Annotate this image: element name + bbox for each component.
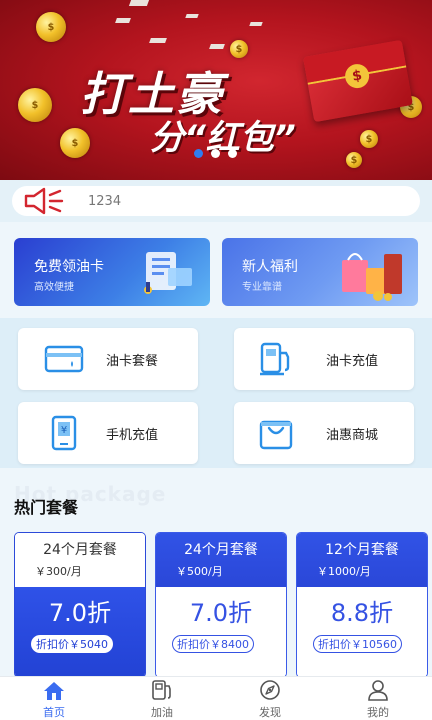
fuel-pump-icon xyxy=(256,342,296,376)
promo-cards: 免费领油卡 高效便捷 新人福利 专业靠谱 xyxy=(0,222,432,318)
coin-icon xyxy=(360,130,378,148)
phone-recharge-icon: ¥ xyxy=(44,415,84,451)
banner-decoration xyxy=(249,22,263,26)
service-label: 油惠商城 xyxy=(326,428,379,443)
service-discount-mall[interactable]: 油惠商城 xyxy=(234,402,414,464)
coin-icon xyxy=(60,128,90,158)
carousel-dot[interactable] xyxy=(194,149,203,158)
coin-icon xyxy=(18,88,52,122)
tab-mine[interactable]: 我的 xyxy=(348,679,408,720)
tab-label: 发现 xyxy=(259,706,281,719)
package-card[interactable]: 24个月套餐 ￥500/月 7.0折 折扣价￥8400 xyxy=(155,532,287,678)
service-label: 手机充值 xyxy=(106,428,159,443)
banner-decoration xyxy=(149,38,167,43)
promo-subtitle: 专业靠谱 xyxy=(242,282,282,293)
bottom-tab-bar: 首页 加油 发现 我的 xyxy=(0,676,432,720)
service-fuel-card-package[interactable]: 油卡套餐 xyxy=(18,328,198,390)
document-illustration-icon xyxy=(138,246,198,304)
compass-icon xyxy=(240,679,300,701)
tab-home[interactable]: 首页 xyxy=(24,679,84,720)
free-fuel-card-promo[interactable]: 免费领油卡 高效便捷 xyxy=(14,238,210,306)
package-name: 12个月套餐 xyxy=(325,542,399,558)
banner-decoration xyxy=(209,44,225,49)
tab-label: 我的 xyxy=(367,706,389,719)
carousel-dot[interactable] xyxy=(211,149,220,158)
package-name: 24个月套餐 xyxy=(43,542,117,558)
red-envelope-icon: $ xyxy=(303,39,413,123)
package-card[interactable]: 24个月套餐 ￥300/月 7.0折 折扣价￥5040 xyxy=(14,532,146,678)
promo-banner[interactable]: $ 打土豪 分“红包” xyxy=(0,0,432,180)
coin-icon xyxy=(36,12,66,42)
home-icon xyxy=(24,679,84,701)
section-title: 热门套餐 xyxy=(14,498,79,517)
tab-label: 加油 xyxy=(151,706,173,719)
hot-packages-section: Hot package 热门套餐 24个月套餐 ￥300/月 7.0折 折扣价￥… xyxy=(0,468,432,678)
package-final-price: 折扣价￥10560 xyxy=(313,635,402,653)
coin-icon xyxy=(346,152,362,168)
package-card[interactable]: 12个月套餐 ￥1000/月 8.8折 折扣价￥10560 xyxy=(296,532,428,678)
tab-discover[interactable]: 发现 xyxy=(240,679,300,720)
carousel-dot[interactable] xyxy=(228,149,237,158)
service-label: 油卡充值 xyxy=(326,354,379,369)
shopping-bag-icon xyxy=(256,416,296,450)
promo-title: 免费领油卡 xyxy=(34,259,104,275)
new-user-benefit-promo[interactable]: 新人福利 专业靠谱 xyxy=(222,238,418,306)
user-icon xyxy=(348,679,408,701)
package-price: ￥1000/月 xyxy=(317,565,371,578)
fuel-pump-icon xyxy=(132,679,192,701)
package-price: ￥500/月 xyxy=(176,565,223,578)
package-price: ￥300/月 xyxy=(35,565,82,578)
service-label: 油卡套餐 xyxy=(106,354,159,369)
promo-subtitle: 高效便捷 xyxy=(34,282,74,293)
promo-title: 新人福利 xyxy=(242,259,298,275)
speaker-icon xyxy=(22,187,66,215)
package-discount: 7.0折 xyxy=(48,599,112,627)
banner-decoration xyxy=(115,18,131,23)
coin-icon xyxy=(230,40,248,58)
package-final-price: 折扣价￥5040 xyxy=(31,635,113,653)
notice-bar[interactable]: 1234 xyxy=(12,186,420,216)
card-icon xyxy=(44,342,84,376)
package-discount: 7.0折 xyxy=(189,599,253,627)
tab-label: 首页 xyxy=(43,706,65,719)
banner-decoration xyxy=(185,14,199,18)
service-phone-recharge[interactable]: ¥ 手机充值 xyxy=(18,402,198,464)
gift-bags-illustration-icon xyxy=(336,246,406,306)
notice-section: 1234 xyxy=(0,180,432,222)
service-fuel-card-recharge[interactable]: 油卡充值 xyxy=(234,328,414,390)
package-discount: 8.8折 xyxy=(330,599,394,627)
service-grid: 油卡套餐 油卡充值 ¥ 手机充值 油惠商城 xyxy=(0,318,432,468)
svg-text:¥: ¥ xyxy=(61,425,67,436)
package-name: 24个月套餐 xyxy=(184,542,258,558)
package-final-price: 折扣价￥8400 xyxy=(172,635,254,653)
carousel-indicator xyxy=(194,149,237,158)
notice-text: 1234 xyxy=(88,193,122,209)
banner-decoration xyxy=(128,0,150,6)
tab-refuel[interactable]: 加油 xyxy=(132,679,192,720)
